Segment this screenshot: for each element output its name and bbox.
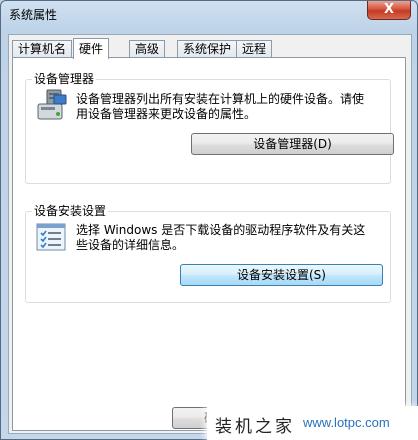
device-manager-description: 设备管理器列出所有安装在计算机上的硬件设备。请使 用设备管理器来更改设备的属性。 — [76, 92, 364, 122]
device-install-description-line2: 些设备的详细信息。 — [76, 238, 185, 252]
device-manager-button[interactable]: 设备管理器(D) — [191, 133, 394, 155]
checklist-icon — [36, 223, 66, 254]
tab-remote[interactable]: 远程 — [236, 40, 273, 58]
tab-computer-name[interactable]: 计算机名 — [12, 40, 73, 58]
watermark-url: www.lotpc.com — [303, 415, 390, 430]
tab-hardware[interactable]: 硬件 — [73, 38, 110, 59]
hardware-tab-panel: 设备管理器 设备管理器列出所有安装在计算机上的硬件设备。请使 用设备管理器来更改 — [12, 57, 406, 431]
tab-advanced[interactable]: 高级 — [129, 40, 166, 58]
device-manager-description-line2: 用设备管理器来更改设备的属性。 — [76, 107, 257, 121]
device-manager-icon — [36, 89, 68, 126]
device-manager-group: 设备管理器 设备管理器列出所有安装在计算机上的硬件设备。请使 用设备管理器来更改 — [25, 71, 394, 184]
device-manager-description-line1: 设备管理器列出所有安装在计算机上的硬件设备。请使 — [76, 92, 365, 106]
device-manager-group-title: 设备管理器 — [32, 71, 97, 87]
watermark: 装机之家 www.lotpc.com — [207, 406, 418, 440]
device-install-description-line1: 选择 Windows 是否下载设备的驱动程序软件及有关这 — [76, 223, 366, 237]
system-properties-window: 系统属性 X 计算机名 硬件 高级 系统保护 远程 设备管理器 设备管理器列出所… — [0, 0, 418, 440]
tab-system-protection[interactable]: 系统保护 — [177, 40, 238, 58]
device-install-group: 设备安装设置 选择 Windows 是否下载设备的驱动程序软件及有关这 些设备的… — [25, 203, 391, 303]
close-button[interactable]: X — [367, 1, 411, 20]
device-install-group-title: 设备安装设置 — [32, 203, 109, 219]
dialog-client-area: 计算机名 硬件 高级 系统保护 远程 设备管理器 设备管理器列出所有安装在计算机… — [8, 34, 412, 434]
device-install-settings-button[interactable]: 设备安装设置(S) — [180, 264, 383, 286]
window-title: 系统属性 — [9, 8, 58, 22]
watermark-text: 装机之家 — [215, 417, 295, 437]
device-install-description: 选择 Windows 是否下载设备的驱动程序软件及有关这 些设备的详细信息。 — [76, 223, 365, 253]
